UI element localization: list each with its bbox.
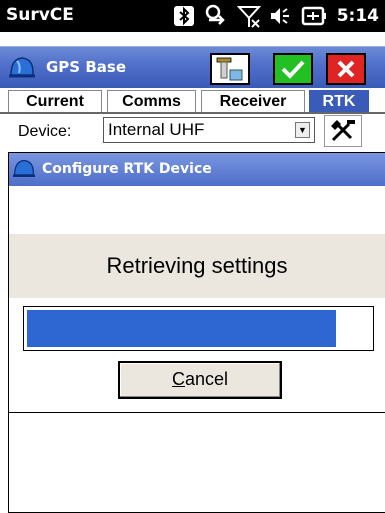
clock: 5:14 <box>336 6 379 26</box>
message-band: Retrieving settings <box>9 234 385 298</box>
helmet-icon <box>13 159 35 178</box>
status-bar: SurvCE 5:14 <box>0 0 385 32</box>
tab-row: Current Comms Receiver RTK <box>0 88 385 114</box>
tab-rtk[interactable]: RTK <box>309 90 369 114</box>
tab-receiver[interactable]: Receiver <box>201 90 305 114</box>
dialog-title-bar: Configure RTK Device <box>9 153 385 186</box>
dialog-divider <box>9 412 385 413</box>
sync-icon <box>205 4 225 25</box>
device-config-icon <box>216 57 243 81</box>
app-name: SurvCE <box>6 5 74 25</box>
close-x-icon <box>337 60 355 78</box>
progress-fill <box>27 310 336 347</box>
cancel-label: Cancel <box>171 369 229 389</box>
progress-bar <box>23 306 374 351</box>
device-config-button[interactable] <box>210 53 250 85</box>
status-message: Retrieving settings <box>106 253 288 278</box>
window-title: GPS Base <box>46 58 126 76</box>
tab-comms[interactable]: Comms <box>107 90 196 114</box>
title-bar: GPS Base <box>0 46 385 88</box>
configure-rtk-dialog: Configure RTK Device Retrieving settings… <box>8 152 385 513</box>
device-value: Internal UHF <box>108 120 205 139</box>
device-select[interactable]: Internal UHF ▼ <box>103 117 315 143</box>
cancel-button[interactable]: Cancel <box>118 361 282 399</box>
chevron-down-icon[interactable]: ▼ <box>295 122 310 138</box>
tab-divider <box>0 112 385 114</box>
close-button[interactable] <box>326 53 366 85</box>
bluetooth-icon <box>173 6 194 26</box>
dialog-title: Configure RTK Device <box>42 161 212 177</box>
device-label: Device: <box>18 123 72 140</box>
no-signal-icon <box>236 6 261 28</box>
tab-current[interactable]: Current <box>8 90 102 114</box>
helmet-icon <box>9 57 35 78</box>
ok-button[interactable] <box>273 53 313 85</box>
status-icons: 5:14 <box>173 4 379 28</box>
battery-icon <box>301 6 326 26</box>
tools-button[interactable] <box>324 115 362 147</box>
volume-icon <box>270 8 289 24</box>
hammer-wrench-icon <box>331 120 355 142</box>
ok-check-icon <box>281 60 305 79</box>
